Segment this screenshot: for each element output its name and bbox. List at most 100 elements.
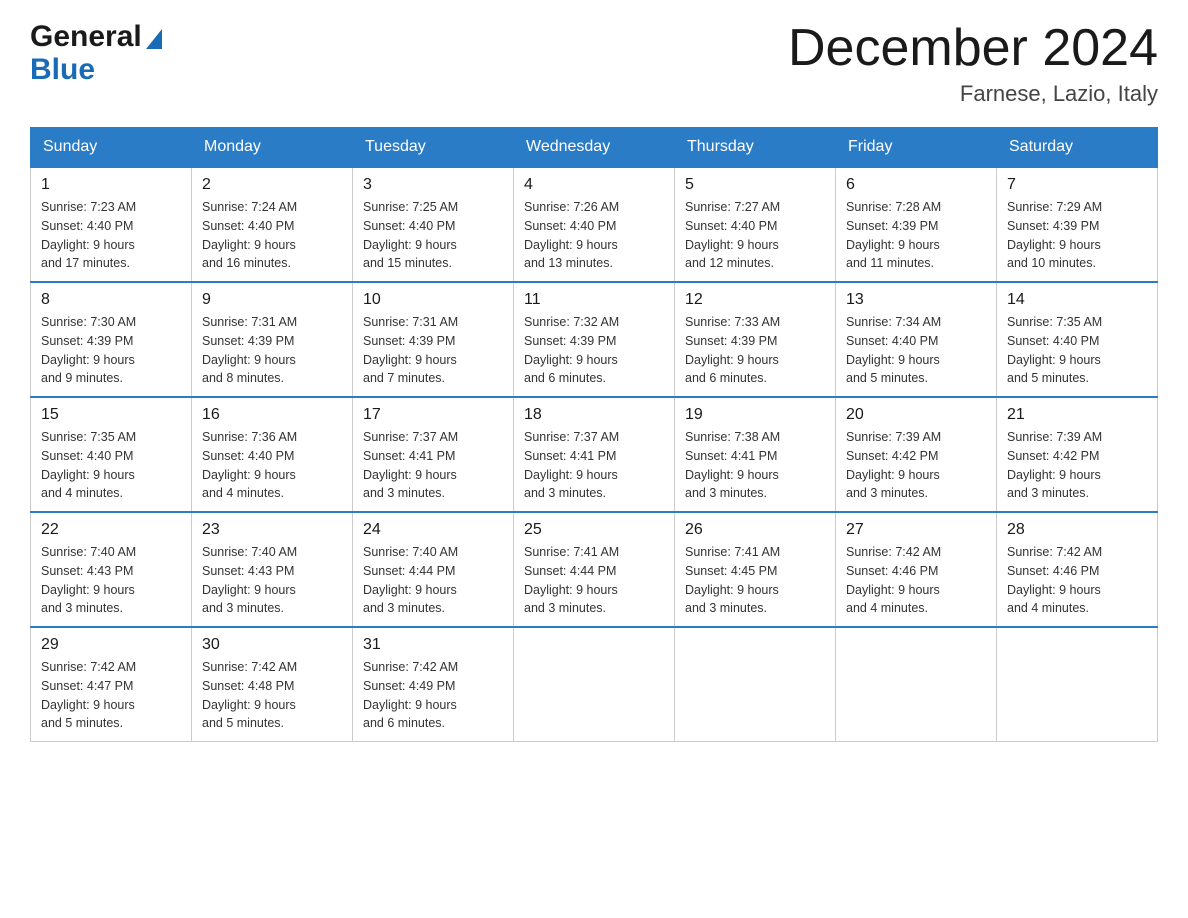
calendar-cell: 11 Sunrise: 7:32 AMSunset: 4:39 PMDayligh… <box>514 282 675 397</box>
day-number: 28 <box>1007 521 1147 539</box>
day-number: 21 <box>1007 406 1147 424</box>
calendar-cell: 4Sunrise: 7:26 AMSunset: 4:40 PMDaylight… <box>514 167 675 282</box>
calendar-week-row: 29Sunrise: 7:42 AMSunset: 4:47 PMDayligh… <box>31 627 1158 742</box>
day-info: Sunrise: 7:38 AMSunset: 4:41 PMDaylight:… <box>685 428 825 503</box>
day-number: 25 <box>524 521 664 539</box>
calendar-week-row: 8 Sunrise: 7:30 AMSunset: 4:39 PMDaylight… <box>31 282 1158 397</box>
logo: General Blue <box>30 20 162 86</box>
calendar-cell <box>514 627 675 742</box>
title-area: December 2024 Farnese, Lazio, Italy <box>788 20 1158 107</box>
calendar-cell: 25 Sunrise: 7:41 AMSunset: 4:44 PMDayligh… <box>514 512 675 627</box>
day-number: 6 <box>846 176 986 194</box>
day-info: Sunrise: 7:29 AMSunset: 4:39 PMDaylight:… <box>1007 198 1147 273</box>
calendar-week-row: 15 Sunrise: 7:35 AMSunset: 4:40 PMDayligh… <box>31 397 1158 512</box>
day-info: Sunrise: 7:27 AMSunset: 4:40 PMDaylight:… <box>685 198 825 273</box>
day-number: 16 <box>202 406 342 424</box>
day-info: Sunrise: 7:37 AMSunset: 4:41 PMDaylight:… <box>524 428 664 503</box>
day-number: 10 <box>363 291 503 309</box>
day-number: 13 <box>846 291 986 309</box>
header-monday: Monday <box>192 128 353 168</box>
day-info: Sunrise: 7:41 AMSunset: 4:44 PMDaylight:… <box>524 543 664 618</box>
header-saturday: Saturday <box>997 128 1158 168</box>
calendar-cell: 30 Sunrise: 7:42 AMSunset: 4:48 PMDayligh… <box>192 627 353 742</box>
day-info: Sunrise: 7:24 AMSunset: 4:40 PMDaylight:… <box>202 198 342 273</box>
calendar-table: SundayMondayTuesdayWednesdayThursdayFrid… <box>30 127 1158 742</box>
calendar-cell: 8 Sunrise: 7:30 AMSunset: 4:39 PMDaylight… <box>31 282 192 397</box>
day-info: Sunrise: 7:37 AMSunset: 4:41 PMDaylight:… <box>363 428 503 503</box>
day-info: Sunrise: 7:33 AMSunset: 4:39 PMDaylight:… <box>685 313 825 388</box>
day-info: Sunrise: 7:42 AMSunset: 4:46 PMDaylight:… <box>1007 543 1147 618</box>
day-number: 11 <box>524 291 664 309</box>
day-number: 24 <box>363 521 503 539</box>
calendar-cell: 27Sunrise: 7:42 AMSunset: 4:46 PMDayligh… <box>836 512 997 627</box>
day-number: 5 <box>685 176 825 194</box>
calendar-cell: 13 Sunrise: 7:34 AMSunset: 4:40 PMDayligh… <box>836 282 997 397</box>
calendar-week-row: 1 Sunrise: 7:23 AMSunset: 4:40 PMDaylight… <box>31 167 1158 282</box>
day-info: Sunrise: 7:35 AMSunset: 4:40 PMDaylight:… <box>41 428 181 503</box>
day-number: 27 <box>846 521 986 539</box>
day-number: 30 <box>202 636 342 654</box>
day-number: 18 <box>524 406 664 424</box>
day-number: 4 <box>524 176 664 194</box>
page-header: General Blue December 2024 Farnese, Lazi… <box>30 20 1158 107</box>
calendar-cell: 31Sunrise: 7:42 AMSunset: 4:49 PMDayligh… <box>353 627 514 742</box>
header-thursday: Thursday <box>675 128 836 168</box>
day-info: Sunrise: 7:34 AMSunset: 4:40 PMDaylight:… <box>846 313 986 388</box>
day-number: 15 <box>41 406 181 424</box>
day-number: 3 <box>363 176 503 194</box>
day-number: 9 <box>202 291 342 309</box>
calendar-cell: 20Sunrise: 7:39 AMSunset: 4:42 PMDayligh… <box>836 397 997 512</box>
calendar-cell: 28 Sunrise: 7:42 AMSunset: 4:46 PMDayligh… <box>997 512 1158 627</box>
logo-blue-text: Blue <box>30 53 95 86</box>
logo-triangle-icon <box>146 29 162 49</box>
day-info: Sunrise: 7:35 AMSunset: 4:40 PMDaylight:… <box>1007 313 1147 388</box>
calendar-cell: 29Sunrise: 7:42 AMSunset: 4:47 PMDayligh… <box>31 627 192 742</box>
day-info: Sunrise: 7:39 AMSunset: 4:42 PMDaylight:… <box>846 428 986 503</box>
day-number: 7 <box>1007 176 1147 194</box>
day-info: Sunrise: 7:40 AMSunset: 4:44 PMDaylight:… <box>363 543 503 618</box>
day-number: 12 <box>685 291 825 309</box>
calendar-cell: 3 Sunrise: 7:25 AMSunset: 4:40 PMDaylight… <box>353 167 514 282</box>
calendar-cell: 2 Sunrise: 7:24 AMSunset: 4:40 PMDaylight… <box>192 167 353 282</box>
day-info: Sunrise: 7:30 AMSunset: 4:39 PMDaylight:… <box>41 313 181 388</box>
calendar-cell: 9Sunrise: 7:31 AMSunset: 4:39 PMDaylight… <box>192 282 353 397</box>
logo-general-text: General <box>30 20 142 53</box>
day-info: Sunrise: 7:32 AMSunset: 4:39 PMDaylight:… <box>524 313 664 388</box>
day-info: Sunrise: 7:41 AMSunset: 4:45 PMDaylight:… <box>685 543 825 618</box>
header-wednesday: Wednesday <box>514 128 675 168</box>
page-title: December 2024 <box>788 20 1158 77</box>
day-number: 26 <box>685 521 825 539</box>
calendar-cell: 17 Sunrise: 7:37 AMSunset: 4:41 PMDayligh… <box>353 397 514 512</box>
calendar-cell <box>675 627 836 742</box>
calendar-cell: 1 Sunrise: 7:23 AMSunset: 4:40 PMDaylight… <box>31 167 192 282</box>
calendar-cell: 21Sunrise: 7:39 AMSunset: 4:42 PMDayligh… <box>997 397 1158 512</box>
calendar-cell: 12 Sunrise: 7:33 AMSunset: 4:39 PMDayligh… <box>675 282 836 397</box>
day-info: Sunrise: 7:42 AMSunset: 4:49 PMDaylight:… <box>363 658 503 733</box>
day-info: Sunrise: 7:40 AMSunset: 4:43 PMDaylight:… <box>202 543 342 618</box>
day-number: 2 <box>202 176 342 194</box>
header-friday: Friday <box>836 128 997 168</box>
day-number: 1 <box>41 176 181 194</box>
day-info: Sunrise: 7:42 AMSunset: 4:48 PMDaylight:… <box>202 658 342 733</box>
header-tuesday: Tuesday <box>353 128 514 168</box>
day-number: 8 <box>41 291 181 309</box>
day-info: Sunrise: 7:36 AMSunset: 4:40 PMDaylight:… <box>202 428 342 503</box>
calendar-cell: 18 Sunrise: 7:37 AMSunset: 4:41 PMDayligh… <box>514 397 675 512</box>
day-info: Sunrise: 7:28 AMSunset: 4:39 PMDaylight:… <box>846 198 986 273</box>
calendar-cell: 15 Sunrise: 7:35 AMSunset: 4:40 PMDayligh… <box>31 397 192 512</box>
calendar-cell: 10 Sunrise: 7:31 AMSunset: 4:39 PMDayligh… <box>353 282 514 397</box>
calendar-cell: 7 Sunrise: 7:29 AMSunset: 4:39 PMDaylight… <box>997 167 1158 282</box>
day-info: Sunrise: 7:23 AMSunset: 4:40 PMDaylight:… <box>41 198 181 273</box>
day-info: Sunrise: 7:42 AMSunset: 4:47 PMDaylight:… <box>41 658 181 733</box>
day-number: 14 <box>1007 291 1147 309</box>
calendar-cell: 19Sunrise: 7:38 AMSunset: 4:41 PMDayligh… <box>675 397 836 512</box>
page-subtitle: Farnese, Lazio, Italy <box>788 81 1158 107</box>
calendar-week-row: 22 Sunrise: 7:40 AMSunset: 4:43 PMDayligh… <box>31 512 1158 627</box>
calendar-cell <box>997 627 1158 742</box>
calendar-cell: 26 Sunrise: 7:41 AMSunset: 4:45 PMDayligh… <box>675 512 836 627</box>
day-info: Sunrise: 7:31 AMSunset: 4:39 PMDaylight:… <box>363 313 503 388</box>
day-number: 23 <box>202 521 342 539</box>
day-info: Sunrise: 7:25 AMSunset: 4:40 PMDaylight:… <box>363 198 503 273</box>
day-number: 17 <box>363 406 503 424</box>
day-number: 22 <box>41 521 181 539</box>
